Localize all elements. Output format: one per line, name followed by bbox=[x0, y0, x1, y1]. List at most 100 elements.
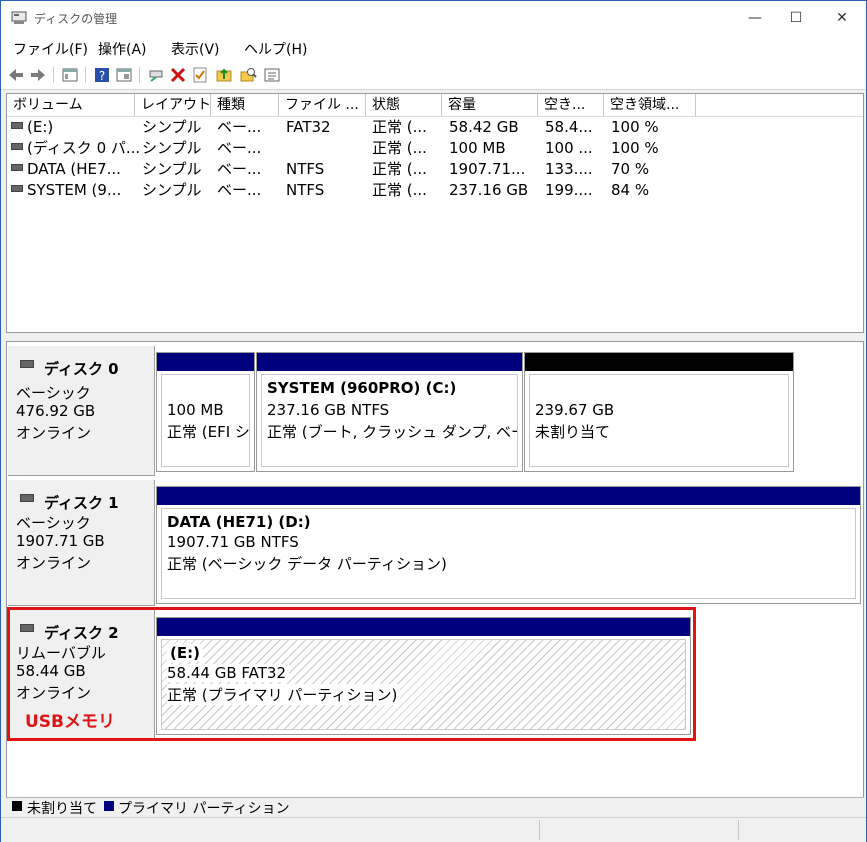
cell-volume: (E:) bbox=[27, 118, 54, 136]
back-arrow-icon[interactable] bbox=[7, 66, 25, 84]
forward-arrow-icon[interactable] bbox=[29, 66, 47, 84]
cell-filesystem: NTFS bbox=[286, 160, 325, 178]
cell-type: ベー... bbox=[217, 139, 262, 157]
disk-name: ディスク 1 bbox=[44, 494, 119, 512]
cell-type: ベー... bbox=[217, 181, 262, 199]
cell-percent-free: 100 % bbox=[611, 118, 659, 136]
delete-icon[interactable] bbox=[169, 66, 187, 84]
primary-swatch bbox=[104, 801, 114, 811]
partition-body: 100 MB 正常 (EFI シ bbox=[161, 374, 250, 467]
partition-efi[interactable]: 100 MB 正常 (EFI シ bbox=[156, 352, 255, 472]
legend-unallocated: 未割り当て bbox=[27, 801, 97, 817]
primary-partition-bar bbox=[257, 353, 522, 371]
cell-capacity: 237.16 GB bbox=[449, 181, 529, 199]
status-separator bbox=[738, 820, 739, 840]
close-button[interactable]: ✕ bbox=[828, 7, 856, 29]
cell-status: 正常 (... bbox=[372, 118, 427, 136]
menu-view[interactable]: 表示(V) bbox=[171, 39, 220, 59]
disk-1-info[interactable]: ディスク 1 ベーシック 1907.71 GB オンライン bbox=[8, 480, 155, 606]
disk-management-window: ディスクの管理 — ☐ ✕ ファイル(F) 操作(A) 表示(V) ヘルプ(H)… bbox=[0, 0, 867, 842]
partition-status: 未割り当て bbox=[535, 423, 611, 441]
volume-list: ボリューム レイアウト 種類 ファイル ... 状態 容量 空き... 空き領域… bbox=[6, 93, 864, 333]
toolbar-separator bbox=[139, 67, 140, 83]
console-tree-icon[interactable] bbox=[61, 66, 79, 84]
partition-size: 237.16 GB NTFS bbox=[267, 401, 390, 419]
partition-status: 正常 (ブート, クラッシュ ダンプ, ベーシッ bbox=[267, 423, 517, 441]
partition-title: DATA (HE71) (D:) bbox=[167, 513, 311, 531]
legend-bar: 未割り当て プライマリ パーティション bbox=[6, 797, 864, 817]
menu-action[interactable]: 操作(A) bbox=[98, 39, 147, 59]
unallocated-swatch bbox=[12, 801, 22, 811]
partition-size: 1907.71 GB NTFS bbox=[167, 533, 299, 551]
cell-capacity: 58.42 GB bbox=[449, 118, 519, 136]
cell-capacity: 100 MB bbox=[449, 139, 506, 157]
column-header-filesystem[interactable]: ファイル ... bbox=[279, 94, 366, 116]
folder-up-icon[interactable] bbox=[215, 66, 233, 84]
disk-0-info[interactable]: ディスク 0 ベーシック 476.92 GB オンライン bbox=[8, 346, 155, 476]
cell-filesystem: FAT32 bbox=[286, 118, 331, 136]
disk-icon bbox=[20, 494, 34, 502]
toolbar-separator bbox=[85, 67, 86, 83]
cell-percent-free: 100 % bbox=[611, 139, 659, 157]
disk-type: ベーシック bbox=[16, 384, 91, 402]
cell-percent-free: 70 % bbox=[611, 160, 650, 178]
cell-volume: (ディスク 0 パ... bbox=[27, 139, 141, 157]
check-icon[interactable] bbox=[191, 66, 209, 84]
partition-data-d[interactable]: DATA (HE71) (D:) 1907.71 GB NTFS 正常 (ベーシ… bbox=[156, 486, 861, 604]
partition-size: 100 MB bbox=[167, 401, 224, 419]
primary-partition-bar bbox=[157, 353, 254, 371]
volume-icon bbox=[11, 122, 23, 129]
partition-body: DATA (HE71) (D:) 1907.71 GB NTFS 正常 (ベーシ… bbox=[161, 508, 856, 599]
menu-help[interactable]: ヘルプ(H) bbox=[244, 39, 307, 59]
volume-icon bbox=[11, 185, 23, 192]
column-header-free-space[interactable]: 空き... bbox=[538, 94, 604, 116]
cell-free-space: 199.... bbox=[545, 181, 593, 199]
menu-file[interactable]: ファイル(F) bbox=[13, 39, 88, 59]
column-header-type[interactable]: 種類 bbox=[211, 94, 279, 116]
partition-status: 正常 (EFI シ bbox=[167, 423, 250, 441]
column-header-capacity[interactable]: 容量 bbox=[442, 94, 538, 116]
search-folder-icon[interactable] bbox=[239, 66, 257, 84]
cell-status: 正常 (... bbox=[372, 160, 427, 178]
help-icon[interactable]: ? bbox=[93, 66, 111, 84]
disk-name: ディスク 0 bbox=[44, 360, 119, 378]
cell-layout: シンプル bbox=[142, 118, 202, 136]
volume-icon bbox=[11, 143, 23, 150]
partition-body: 239.67 GB 未割り当て bbox=[529, 374, 789, 467]
disk-management-app-icon bbox=[11, 11, 27, 24]
cell-status: 正常 (... bbox=[372, 181, 427, 199]
cell-layout: シンプル bbox=[142, 181, 202, 199]
primary-partition-bar bbox=[157, 487, 860, 505]
title-bar: ディスクの管理 — ☐ ✕ bbox=[1, 1, 866, 35]
legend-primary: プライマリ パーティション bbox=[118, 801, 290, 817]
cell-free-space: 133.... bbox=[545, 160, 593, 178]
cell-filesystem: NTFS bbox=[286, 181, 325, 199]
partition-status: 正常 (ベーシック データ パーティション) bbox=[167, 555, 447, 573]
properties-icon[interactable] bbox=[115, 66, 133, 84]
svg-text:?: ? bbox=[99, 69, 105, 83]
cell-percent-free: 84 % bbox=[611, 181, 650, 199]
disk-size: 476.92 GB bbox=[16, 402, 96, 420]
unallocated-space[interactable]: 239.67 GB 未割り当て bbox=[524, 352, 794, 472]
column-header-percent-free[interactable]: 空き領域... bbox=[604, 94, 696, 116]
partition-size: 239.67 GB bbox=[535, 401, 615, 419]
column-header-status[interactable]: 状態 bbox=[366, 94, 442, 116]
column-header-volume[interactable]: ボリューム bbox=[7, 94, 135, 116]
maximize-button[interactable]: ☐ bbox=[782, 7, 810, 29]
usb-memory-annotation: USBメモリ bbox=[25, 712, 116, 732]
disk-status: オンライン bbox=[16, 424, 92, 442]
list-icon[interactable] bbox=[263, 66, 281, 84]
cell-free-space: 100 ... bbox=[545, 139, 593, 157]
partition-system-c[interactable]: SYSTEM (960PRO) (C:) 237.16 GB NTFS 正常 (… bbox=[256, 352, 523, 472]
cell-volume: SYSTEM (9... bbox=[27, 181, 122, 199]
column-header-layout[interactable]: レイアウト bbox=[135, 94, 211, 116]
disk-type: ベーシック bbox=[16, 514, 91, 532]
connect-icon[interactable] bbox=[147, 66, 165, 84]
cell-type: ベー... bbox=[217, 160, 262, 178]
header-divider bbox=[7, 116, 863, 117]
cell-layout: シンプル bbox=[142, 139, 202, 157]
menu-bar: ファイル(F) 操作(A) 表示(V) ヘルプ(H) bbox=[1, 35, 866, 61]
disk-icon bbox=[20, 360, 34, 368]
toolbar-separator bbox=[53, 67, 54, 83]
minimize-button[interactable]: — bbox=[741, 7, 769, 29]
